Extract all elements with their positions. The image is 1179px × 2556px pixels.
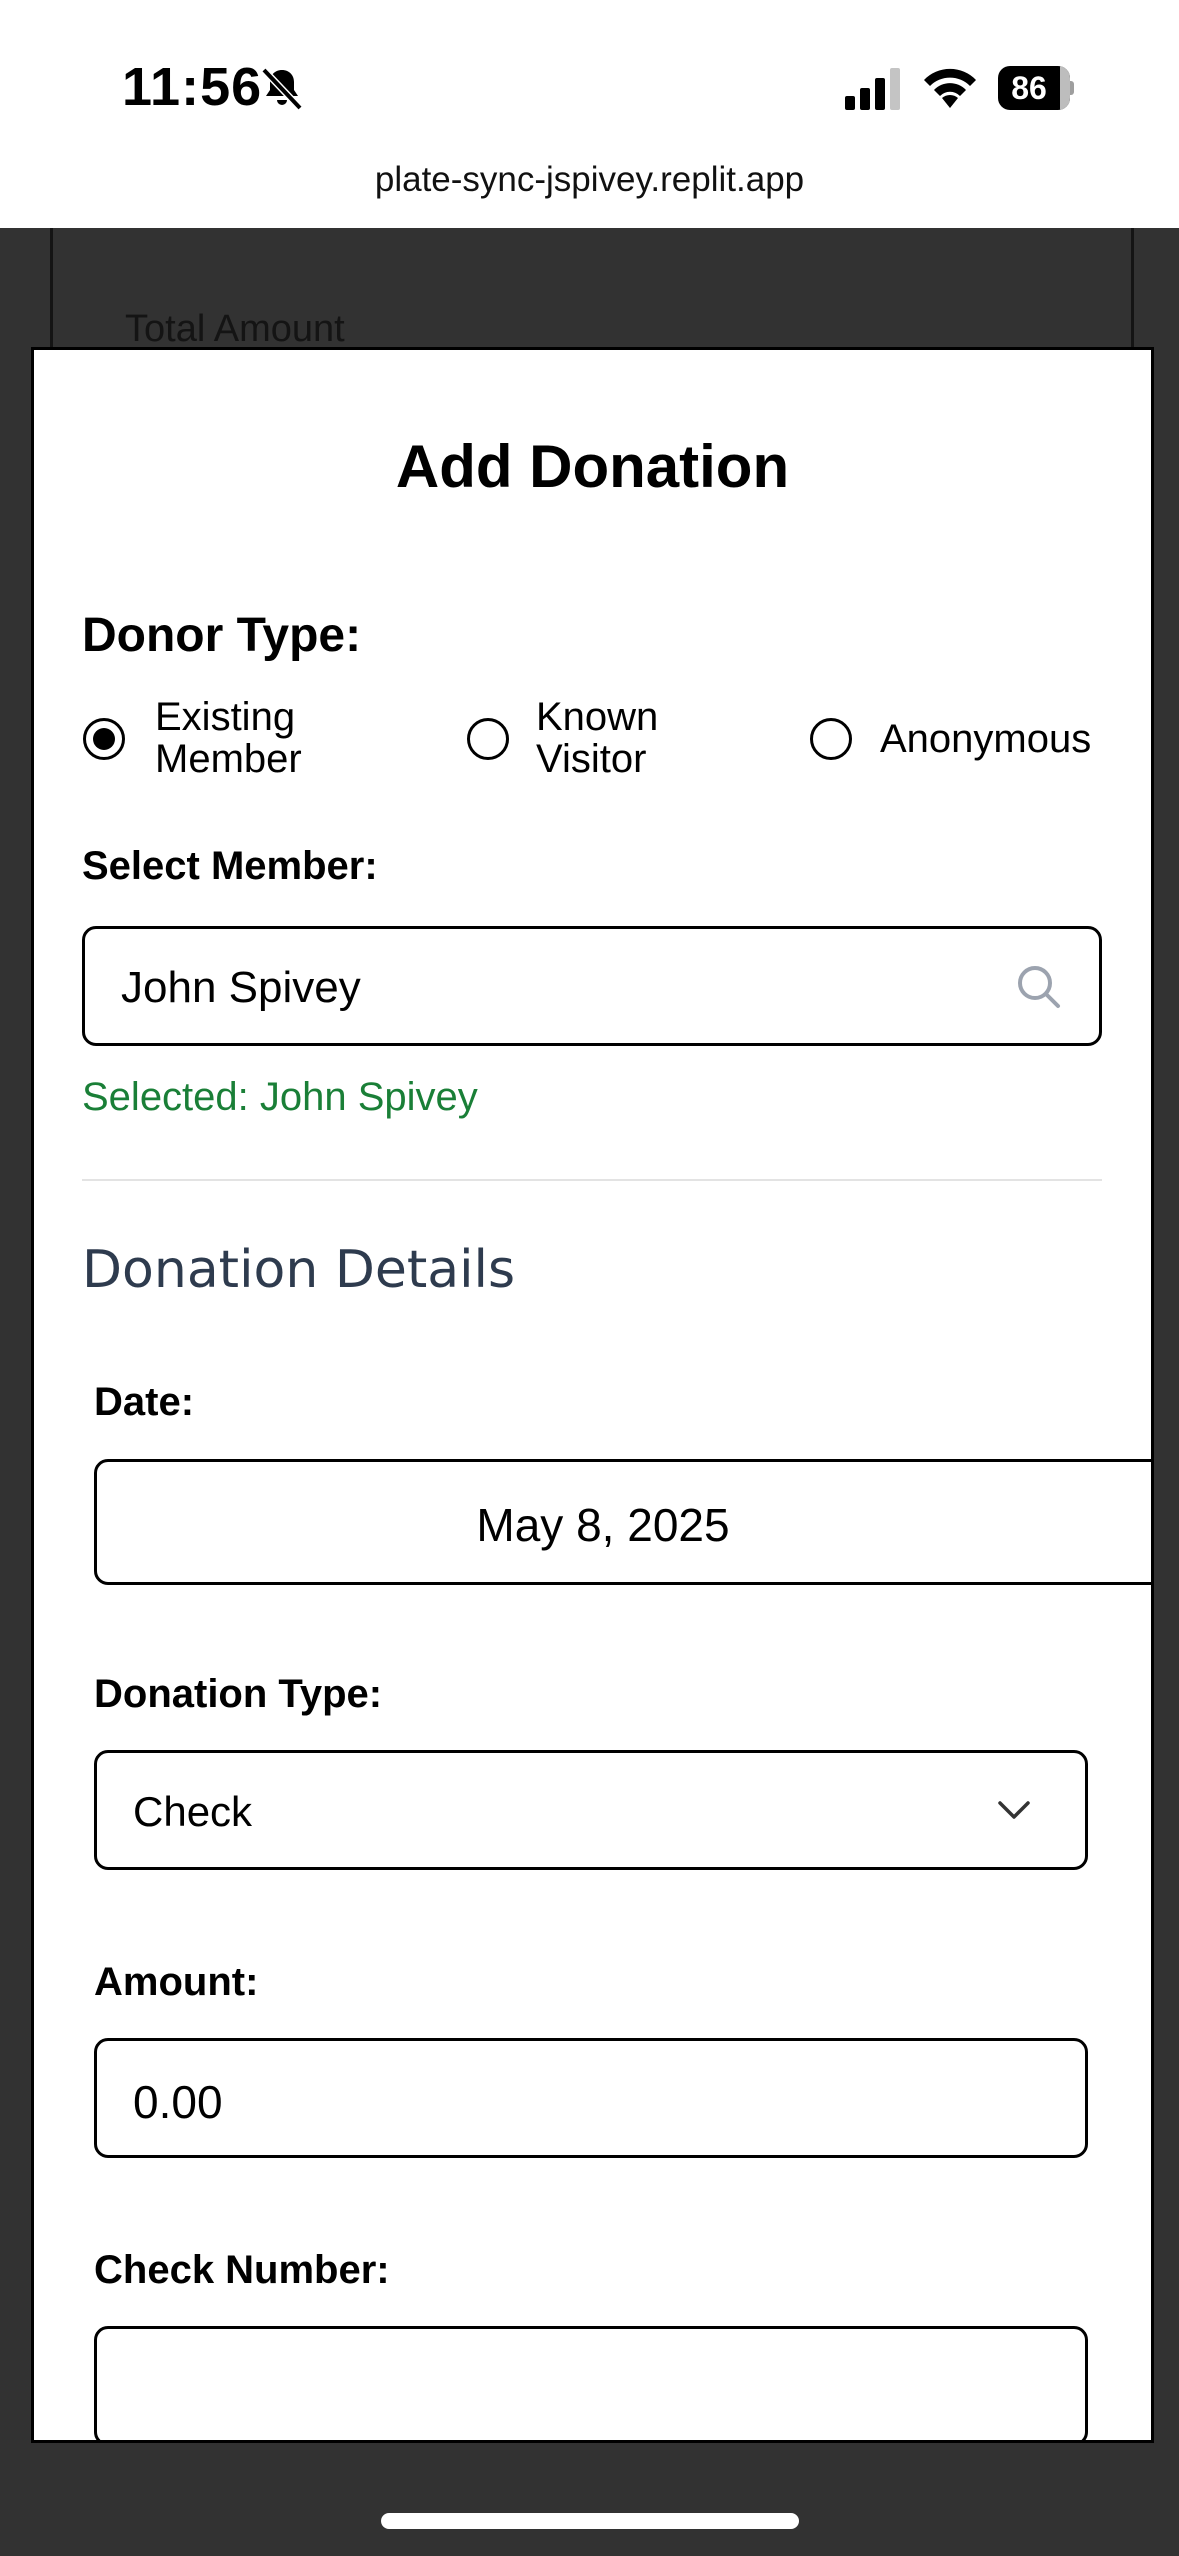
date-input[interactable]: May 8, 2025 [94, 1459, 1151, 1585]
amount-label: Amount: [94, 1960, 259, 2004]
donation-type-select[interactable]: Check [94, 1750, 1088, 1870]
wifi-icon [924, 68, 976, 108]
donation-details-title: Donation Details [82, 1240, 516, 1300]
radio-anonymous-label[interactable]: Anonymous [880, 718, 1091, 760]
radio-existing-member[interactable] [83, 718, 125, 760]
home-indicator[interactable] [381, 2513, 799, 2529]
date-label: Date: [94, 1380, 195, 1424]
radio-existing-member-label[interactable]: Existing Member [155, 696, 302, 780]
chevron-down-icon [998, 1801, 1030, 1819]
amount-input[interactable]: 0.00 [94, 2038, 1088, 2158]
radio-anonymous[interactable] [810, 718, 852, 760]
donation-type-value: Check [133, 1788, 253, 1835]
add-donation-modal: Add Donation Donor Type: Existing Member… [31, 347, 1154, 2443]
section-divider [82, 1179, 1102, 1181]
member-search-value: John Spivey [121, 963, 361, 1012]
battery-level: 86 [1011, 70, 1047, 106]
check-number-input[interactable] [94, 2326, 1088, 2440]
amount-value: 0.00 [133, 2076, 223, 2128]
search-icon [1018, 966, 1060, 1008]
bell-muted-icon [261, 67, 303, 111]
background-total-amount-label: Total Amount [125, 308, 345, 350]
modal-title: Add Donation [395, 433, 790, 500]
selected-member-text: Selected: John Spivey [82, 1075, 478, 1119]
status-time: 11:56 [122, 57, 263, 117]
donor-type-label: Donor Type: [82, 609, 362, 662]
donation-type-label: Donation Type: [94, 1672, 383, 1716]
browser-url[interactable]: plate-sync-jspivey.replit.app [0, 160, 1179, 200]
cellular-signal-icon [845, 68, 900, 110]
check-number-label: Check Number: [94, 2248, 390, 2292]
select-member-label: Select Member: [82, 844, 378, 888]
radio-known-visitor-label[interactable]: Known Visitor [536, 696, 658, 780]
battery-indicator: 86 [998, 66, 1074, 110]
date-value: May 8, 2025 [476, 1499, 730, 1551]
battery-cap [1070, 81, 1074, 95]
battery-body: 86 [998, 66, 1070, 110]
radio-known-visitor[interactable] [467, 718, 509, 760]
member-search-input[interactable]: John Spivey [82, 926, 1102, 1046]
status-bar: 11:56 86 plate-sync-jspivey.replit.app [0, 0, 1179, 228]
